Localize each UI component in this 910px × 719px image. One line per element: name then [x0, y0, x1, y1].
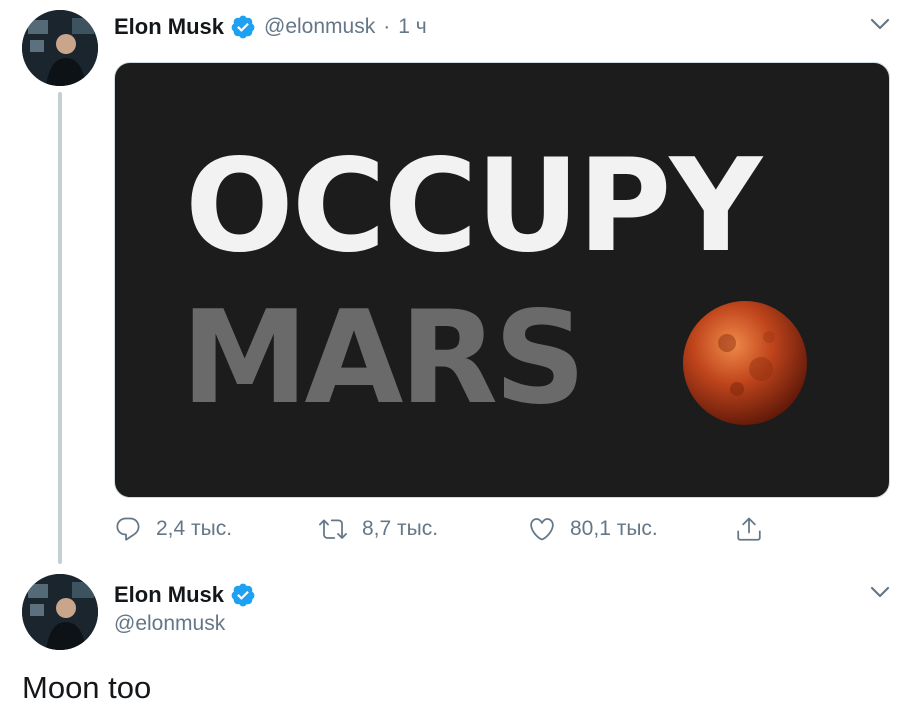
author-name[interactable]: Elon Musk	[114, 582, 224, 608]
author-handle[interactable]: @elonmusk	[114, 612, 225, 636]
reply-count: 2,4 тыс.	[156, 517, 233, 540]
share-icon	[737, 517, 761, 541]
reply-icon	[116, 517, 140, 541]
share-button[interactable]	[735, 514, 763, 544]
tweet-media-image[interactable]: OCCUPY MARS	[114, 62, 890, 498]
tweet-header: Elon Musk @elonmusk · 1 ч	[114, 12, 427, 42]
avatar[interactable]	[22, 574, 98, 650]
retweet-count: 8,7 тыс.	[362, 517, 439, 540]
tweet-time[interactable]: 1 ч	[398, 15, 426, 39]
avatar-image	[22, 10, 98, 86]
mars-planet-icon	[683, 301, 807, 425]
retweet-icon	[319, 519, 347, 539]
verified-badge-icon	[230, 582, 256, 608]
like-count: 80,1 тыс.	[570, 517, 658, 540]
separator-dot: ·	[383, 15, 391, 38]
reply-button[interactable]: 2,4 тыс.	[114, 515, 232, 543]
avatar-image	[22, 574, 98, 650]
media-text-occupy: OCCUPY	[185, 132, 762, 281]
author-handle[interactable]: @elonmusk	[264, 15, 375, 39]
thread-line	[58, 92, 62, 564]
like-icon	[530, 518, 554, 541]
chevron-down-icon[interactable]	[868, 14, 892, 39]
tweet-header: Elon Musk	[114, 580, 256, 610]
chevron-down-icon[interactable]	[868, 582, 892, 607]
avatar[interactable]	[22, 10, 98, 86]
media-text-mars: MARS	[181, 284, 586, 433]
retweet-button[interactable]: 8,7 тыс.	[318, 515, 438, 543]
author-name[interactable]: Elon Musk	[114, 14, 224, 40]
like-button[interactable]: 80,1 тыс.	[528, 515, 658, 543]
verified-badge-icon	[230, 14, 256, 40]
tweet-text: Moon too	[22, 670, 152, 705]
